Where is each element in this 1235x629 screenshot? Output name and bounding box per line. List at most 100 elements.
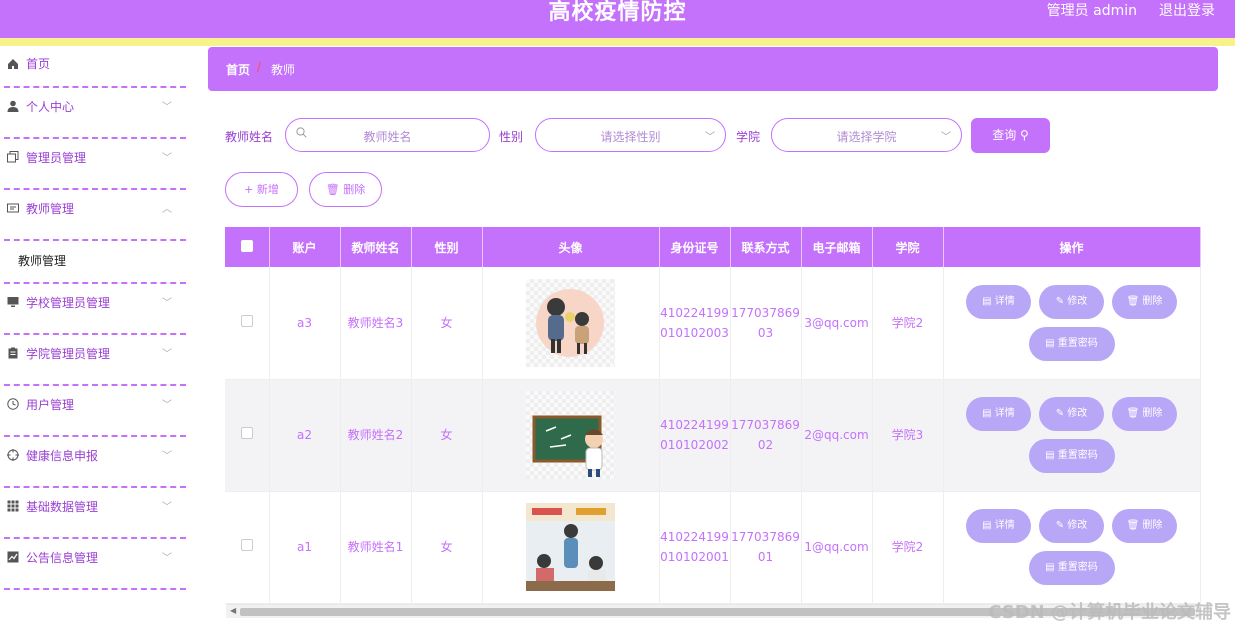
chevron-down-icon: ﹀: [162, 451, 172, 462]
sidebar-item-label: 教师管理: [26, 202, 75, 216]
chevron-down-icon: ﹀: [162, 298, 172, 309]
breadcrumb-separator: /: [257, 60, 262, 74]
name-cell: 教师姓名2: [340, 379, 412, 492]
grid-icon: [6, 499, 20, 513]
gender-label: 性别: [499, 130, 524, 144]
gender-cell: 女: [411, 267, 483, 380]
account-cell: a3: [269, 267, 341, 380]
college-cell: 学院2: [872, 267, 944, 380]
detail-button[interactable]: ▤ 详情: [966, 284, 1031, 319]
sidebar-item-label: 基础数据管理: [26, 500, 99, 514]
copy-icon: [6, 150, 20, 164]
account-cell: a2: [269, 379, 341, 492]
scroll-left-icon[interactable]: ◀: [230, 606, 236, 615]
email-cell: 2@qq.com: [801, 379, 873, 492]
email-cell: 1@qq.com: [801, 491, 873, 604]
top-header: 高校疫情防控 管理员 admin 退出登录: [0, 0, 1235, 38]
row-checkbox[interactable]: [240, 314, 253, 327]
sidebar-item-base-data[interactable]: 基础数据管理 ﹀: [4, 488, 186, 539]
table-header-row: 账户 教师姓名 性别 头像 身份证号 联系方式 电子邮箱 学院 操作: [225, 227, 1201, 267]
row-checkbox[interactable]: [240, 427, 253, 439]
select-all-cell[interactable]: [225, 227, 270, 267]
chevron-down-icon: ﹀: [162, 400, 172, 411]
user-icon: [6, 99, 20, 113]
name-label: 教师姓名: [225, 130, 274, 144]
gender-select[interactable]: 请选择性别 ﹀: [535, 118, 726, 152]
chevron-down-icon: ﹀: [162, 102, 172, 113]
sidebar-item-label: 用户管理: [26, 398, 75, 412]
column-header: 教师姓名: [340, 227, 412, 267]
reset-password-button[interactable]: ▤ 重置密码: [1028, 551, 1115, 585]
idcard-cell: 410224199010102003: [659, 267, 731, 380]
query-button[interactable]: 查询 ⚲: [971, 118, 1050, 153]
chevron-down-icon: ﹀: [162, 349, 172, 360]
avatar: [526, 278, 615, 367]
sidebar-item-label: 管理员管理: [26, 151, 87, 165]
gender-placeholder: 请选择性别: [600, 130, 661, 144]
reset-password-button[interactable]: ▤ 重置密码: [1028, 326, 1115, 361]
college-select[interactable]: 请选择学院 ﹀: [771, 118, 962, 152]
phone-cell: 17703786902: [730, 379, 802, 492]
avatar: [526, 391, 615, 479]
edit-button[interactable]: ✎ 修改: [1039, 397, 1104, 431]
column-header: 联系方式: [730, 227, 802, 267]
sidebar-item-profile[interactable]: 个人中心 ﹀: [4, 88, 186, 139]
sidebar-subitem-teacher-manage[interactable]: 教师管理: [4, 241, 186, 284]
sidebar-item-label: 学校管理员管理: [26, 296, 111, 310]
edit-button[interactable]: ✎ 修改: [1039, 284, 1104, 319]
table-row: a2 教师姓名2 女 410224199010102002 1770378690…: [225, 379, 1201, 492]
reset-password-button[interactable]: ▤ 重置密码: [1028, 439, 1115, 473]
target-icon: [6, 448, 20, 462]
admin-user-label: 管理员 admin: [1046, 3, 1137, 19]
sidebar-item-school-admins[interactable]: 学校管理员管理 ﹀: [4, 284, 186, 335]
breadcrumb-current: 教师: [271, 63, 296, 77]
email-cell: 3@qq.com: [801, 267, 873, 380]
idcard-cell: 410224199010102001: [659, 491, 731, 604]
column-header: 操作: [943, 227, 1201, 267]
sidebar-item-teachers[interactable]: 教师管理 ︿: [4, 190, 186, 241]
clock-icon: [6, 397, 20, 411]
select-all-checkbox[interactable]: [240, 239, 253, 252]
delete-button[interactable]: 🗑 删除: [1112, 397, 1177, 431]
batch-delete-button[interactable]: 🗑 删除: [309, 172, 382, 207]
gender-cell: 女: [411, 379, 483, 492]
avatar: [526, 503, 615, 591]
logout-link[interactable]: 退出登录: [1159, 0, 1215, 20]
delete-button[interactable]: 🗑 删除: [1112, 284, 1177, 319]
name-search-input[interactable]: 教师姓名: [285, 118, 490, 152]
phone-cell: 17703786903: [730, 267, 802, 380]
home-icon: [6, 57, 20, 71]
college-cell: 学院2: [872, 491, 944, 604]
sidebar-item-users[interactable]: 用户管理 ﹀: [4, 386, 186, 437]
table-row: a1 教师姓名1 女 410224199010102001 1770378690…: [225, 491, 1201, 604]
edit-button[interactable]: ✎ 修改: [1039, 509, 1104, 543]
row-checkbox[interactable]: [240, 539, 253, 551]
sidebar-item-label: 首页: [26, 57, 51, 71]
chevron-up-icon: ︿: [162, 204, 172, 215]
sidebar-item-home[interactable]: 首页: [4, 46, 186, 88]
table-row: a3 教师姓名3 女 410224199010102003 1770378690…: [225, 267, 1201, 380]
detail-button[interactable]: ▤ 详情: [966, 397, 1031, 431]
chevron-down-icon: ﹀: [162, 553, 172, 564]
sidebar-item-admins[interactable]: 管理员管理 ﹀: [4, 139, 186, 190]
sidebar-item-label: 教师管理: [18, 254, 67, 268]
breadcrumb-home[interactable]: 首页: [226, 61, 250, 78]
teacher-table: 账户 教师姓名 性别 头像 身份证号 联系方式 电子邮箱 学院 操作 a3 教师…: [225, 227, 1201, 604]
sidebar-item-college-admins[interactable]: 学院管理员管理 ﹀: [4, 335, 186, 386]
account-cell: a1: [269, 491, 341, 604]
sidebar-item-label: 个人中心: [26, 100, 75, 114]
delete-button[interactable]: 🗑 删除: [1112, 509, 1177, 543]
sidebar-item-health-report[interactable]: 健康信息申报 ﹀: [4, 437, 186, 488]
detail-button[interactable]: ▤ 详情: [966, 509, 1031, 543]
name-cell: 教师姓名1: [340, 491, 412, 604]
column-header: 电子邮箱: [801, 227, 873, 267]
add-button[interactable]: + 新增: [225, 172, 298, 207]
sidebar: 首页 个人中心 ﹀ 管理员管理 ﹀ 教师管理 ︿ 教师管理 学校管理员管理 ﹀: [0, 46, 190, 629]
chevron-down-icon: ﹀: [705, 132, 715, 143]
idcard-cell: 410224199010102002: [659, 379, 731, 492]
sidebar-item-notices[interactable]: 公告信息管理 ﹀: [4, 539, 186, 590]
college-label: 学院: [736, 130, 761, 144]
watermark: CSDN @计算机毕业论文辅导: [988, 602, 1231, 623]
id-card-icon: [6, 201, 20, 215]
header-accent-bar: [0, 38, 1235, 46]
